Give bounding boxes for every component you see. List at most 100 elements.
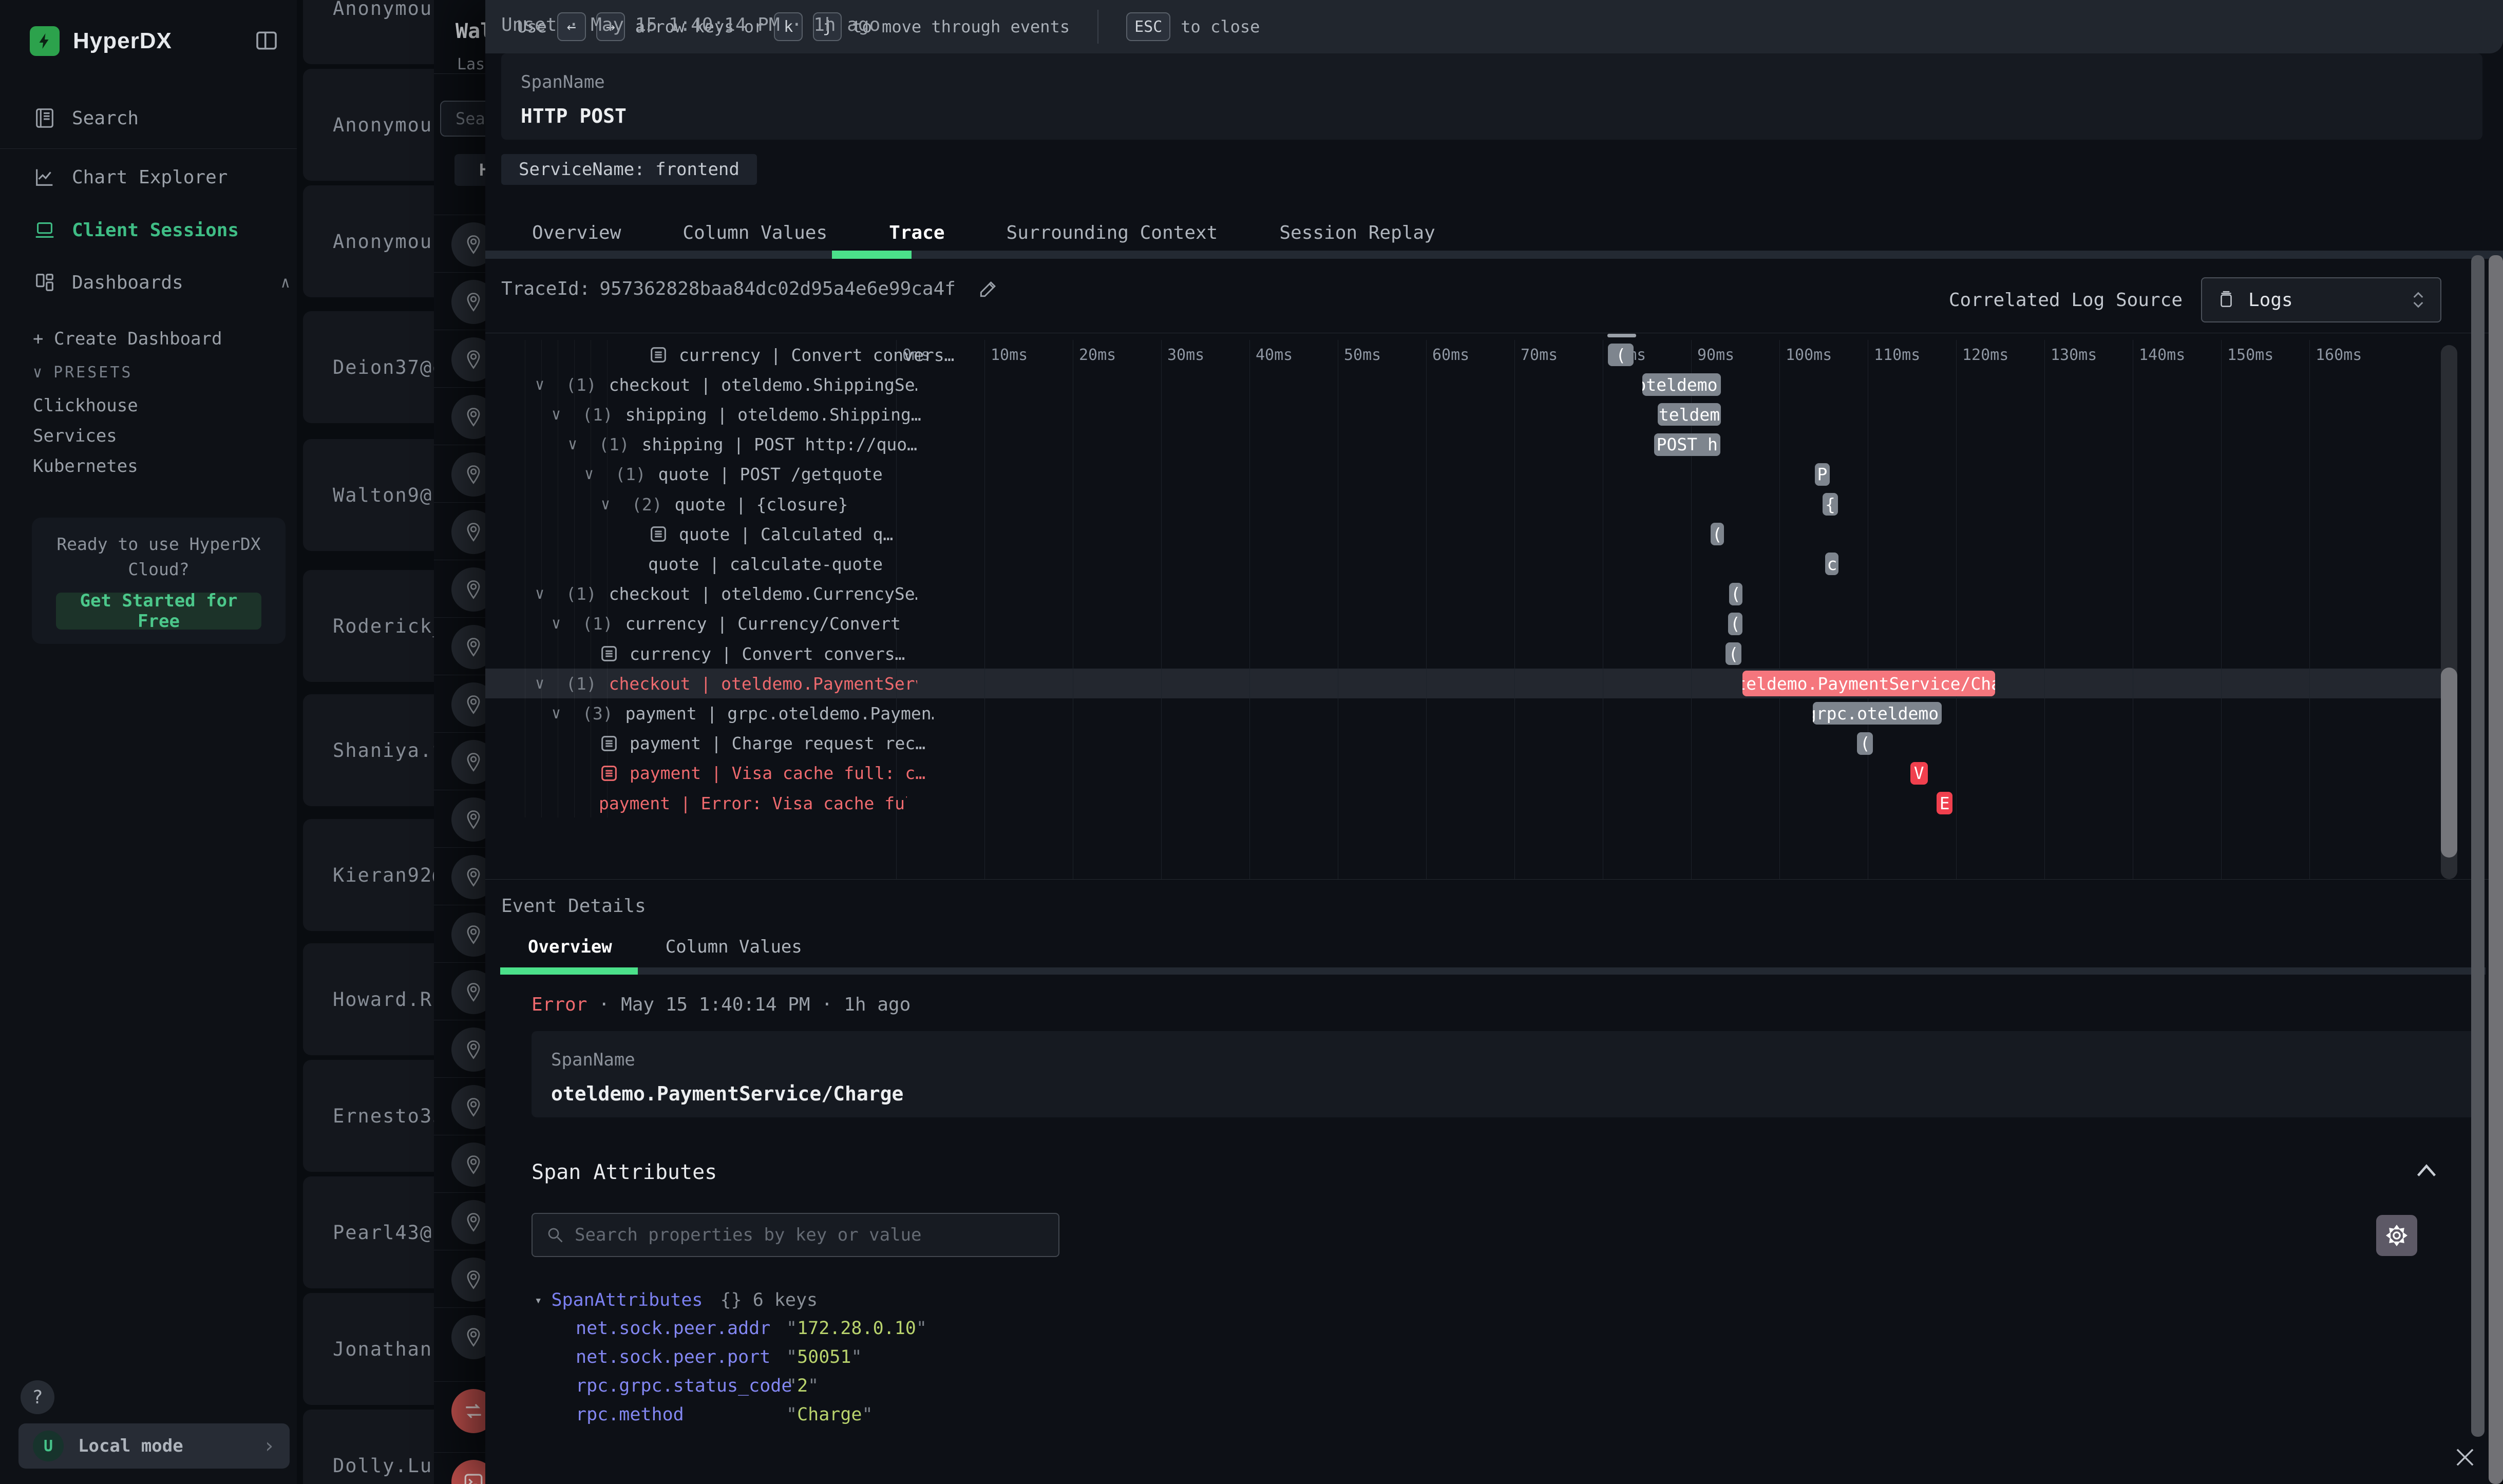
session-event-row[interactable] <box>434 675 485 732</box>
session-card[interactable]: Dolly.Lubo <box>303 1410 434 1484</box>
event-tab-column-values[interactable]: Column Values <box>639 930 829 963</box>
session-event-row[interactable] <box>434 790 485 847</box>
session-card[interactable]: Kieran92@h <box>303 819 434 931</box>
chevron-down-icon[interactable]: ∨ <box>535 376 553 394</box>
chevron-down-icon[interactable]: ∨ <box>568 435 585 453</box>
trace-tree-row[interactable]: currency | Convert convers… <box>617 340 954 370</box>
chevron-down-icon[interactable]: ∨ <box>552 406 569 424</box>
attribute-row[interactable]: net.sock.peer.port"50051" <box>576 1347 862 1367</box>
chevron-down-icon[interactable]: ∨ <box>535 675 553 693</box>
session-event-row[interactable] <box>434 1192 485 1250</box>
session-event-row[interactable] <box>434 445 485 502</box>
session-event-row[interactable] <box>434 962 485 1020</box>
presets-header[interactable]: ∨ PRESETS <box>33 364 133 382</box>
span-bar[interactable]: oteldemo.PaymentService/Char <box>1742 671 1995 696</box>
span-bar[interactable]: { <box>1823 493 1837 516</box>
trace-tree-row[interactable]: ∨(1)checkout | oteldemo.PaymentServi… <box>535 669 917 698</box>
span-bar[interactable]: oteldemo <box>1658 403 1721 426</box>
sidebar-item-dashboards[interactable]: Dashboards∧ <box>0 260 297 305</box>
session-event-row[interactable] <box>434 1307 485 1365</box>
span-bar[interactable]: E <box>1937 792 1952 814</box>
session-event-row[interactable] <box>434 1077 485 1135</box>
session-card[interactable]: Shaniya.Sc <box>303 694 434 806</box>
timeline-mini-scrollbar[interactable] <box>1607 334 1636 337</box>
trace-tree-row[interactable]: quote | calculate-quote <box>617 549 883 579</box>
service-chip[interactable]: ServiceName: frontend <box>501 154 757 185</box>
trace-tree-row[interactable]: ∨(1)shipping | oteldemo.Shipping… <box>552 399 921 429</box>
trace-tree-row[interactable]: ∨(1)checkout | oteldemo.ShippingSe… <box>535 370 917 399</box>
span-bar[interactable]: ( <box>1728 613 1742 635</box>
span-bar[interactable]: ( <box>1608 344 1634 366</box>
tab-trace[interactable]: Trace <box>858 215 975 251</box>
session-event-row[interactable] <box>434 1135 485 1192</box>
session-event-row[interactable] <box>434 847 485 905</box>
session-event-row[interactable] <box>434 215 485 272</box>
chevron-down-icon[interactable]: ∨ <box>535 585 553 603</box>
trace-tree-row[interactable]: currency | Convert convers… <box>568 639 905 669</box>
sidebar-item-search[interactable]: Search <box>0 96 297 140</box>
span-bar[interactable]: ( <box>1725 642 1741 665</box>
session-card[interactable]: Anonymous <box>303 69 434 181</box>
span-bar[interactable]: ( <box>1857 732 1873 755</box>
attribute-row[interactable]: rpc.grpc.status_code"2" <box>576 1376 819 1396</box>
trace-tree-row[interactable]: payment | Charge request rec… <box>568 729 925 758</box>
span-bar[interactable]: grpc.oteldemo. <box>1813 702 1942 725</box>
attribute-row[interactable]: rpc.method"Charge" <box>576 1404 873 1425</box>
get-started-button[interactable]: Get Started for Free <box>56 593 261 630</box>
log-source-select[interactable]: Logs <box>2201 277 2441 322</box>
attributes-root-node[interactable]: ▾ SpanAttributes {} 6 keys <box>535 1290 818 1310</box>
attribute-row[interactable]: net.sock.peer.addr"172.28.0.10" <box>576 1318 927 1339</box>
sidebar-item-chart-explorer[interactable]: Chart Explorer <box>0 155 297 199</box>
sidebar-collapse-icon[interactable] <box>253 27 280 54</box>
session-card[interactable]: Anonymous <box>303 185 434 297</box>
trace-tree-row[interactable]: ∨(3)payment | grpc.oteldemo.Paymen… <box>552 698 934 728</box>
session-event-row[interactable] <box>434 1250 485 1307</box>
attribute-search-input[interactable] <box>575 1225 1045 1245</box>
preset-kubernetes[interactable]: Kubernetes <box>33 456 138 477</box>
tab-session-replay[interactable]: Session Replay <box>1248 215 1466 251</box>
session-event-row[interactable] <box>434 387 485 445</box>
session-card[interactable]: Ernesto33@ <box>303 1060 434 1172</box>
chevron-down-icon[interactable]: ∨ <box>584 465 602 483</box>
session-card[interactable]: Jonathan.B <box>303 1293 434 1405</box>
session-card[interactable]: Anonymous <box>303 0 434 64</box>
sidebar-item-client-sessions[interactable]: Client Sessions <box>0 208 297 252</box>
tab-column-values[interactable]: Column Values <box>652 215 858 251</box>
panel-scrollbar-thumb[interactable] <box>2471 255 2485 1437</box>
session-event-row[interactable] <box>434 905 485 962</box>
trace-tree-row[interactable]: payment | Visa cache full: c… <box>568 758 925 788</box>
trace-tree-row[interactable]: ∨(1)quote | POST /getquote <box>584 460 883 489</box>
close-icon[interactable] <box>2452 1444 2478 1471</box>
session-filter-chip-fragment[interactable]: H <box>454 154 485 186</box>
session-event-row[interactable] <box>434 1381 485 1439</box>
session-search-fragment[interactable]: Sea <box>440 101 485 137</box>
trace-tree-row[interactable]: payment | Error: Visa cache ful… <box>568 788 907 818</box>
span-bar[interactable]: POST h <box>1654 433 1720 456</box>
session-card[interactable]: Deion37@gm <box>303 311 434 423</box>
session-card[interactable]: Howard.Run <box>303 943 434 1055</box>
waterfall-scrollbar-thumb[interactable] <box>2441 668 2457 858</box>
session-event-row[interactable] <box>434 272 485 330</box>
session-card[interactable]: Roderick_S <box>303 570 434 682</box>
chevron-down-icon[interactable]: ∨ <box>552 705 569 722</box>
span-bar[interactable]: V <box>1910 762 1928 785</box>
chevron-down-icon[interactable]: ∨ <box>601 496 618 513</box>
session-card[interactable]: Walton9@ho <box>303 439 434 551</box>
trace-tree-row[interactable]: ∨(1)checkout | oteldemo.CurrencySe… <box>535 579 917 609</box>
chevron-up-icon[interactable]: ∧ <box>281 274 290 292</box>
span-bar[interactable]: oteldemo. <box>1642 373 1721 396</box>
span-bar[interactable]: P <box>1815 463 1830 486</box>
session-event-row[interactable] <box>434 560 485 617</box>
help-button[interactable]: ? <box>21 1380 54 1414</box>
tab-surrounding-context[interactable]: Surrounding Context <box>976 215 1249 251</box>
trace-tree-row[interactable]: ∨(1)shipping | POST http://quo… <box>568 430 917 460</box>
span-bar[interactable]: ( <box>1729 583 1742 605</box>
preset-services[interactable]: Services <box>33 426 117 446</box>
session-card[interactable]: Pearl43@ho <box>303 1176 434 1288</box>
session-event-row[interactable] <box>434 1452 485 1484</box>
collapse-section-icon[interactable] <box>2412 1158 2441 1183</box>
create-dashboard-button[interactable]: + Create Dashboard <box>33 329 222 349</box>
session-event-row[interactable] <box>434 617 485 675</box>
page-scrollbar-thumb[interactable] <box>2489 255 2503 1484</box>
local-mode-button[interactable]: U Local mode › <box>18 1423 290 1469</box>
